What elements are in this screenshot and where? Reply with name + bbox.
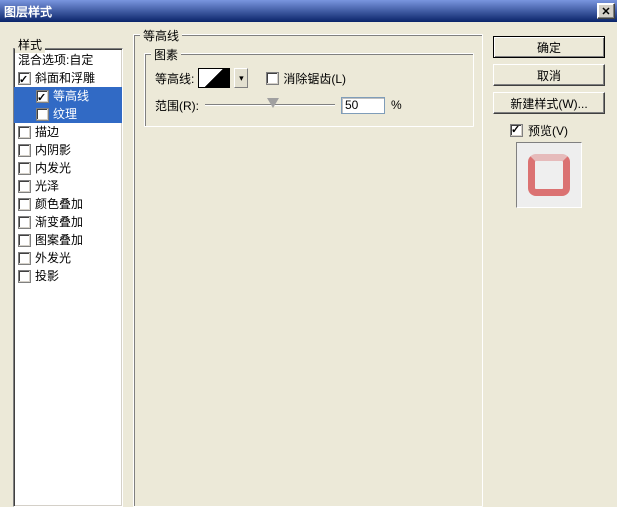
range-label: 范围(R): bbox=[155, 97, 199, 114]
style-item-checkbox[interactable] bbox=[18, 270, 31, 283]
antialias-label: 消除锯齿(L) bbox=[283, 70, 346, 87]
cancel-button-label: 取消 bbox=[537, 67, 561, 84]
style-item-label: 颜色叠加 bbox=[35, 195, 83, 213]
style-item-12[interactable]: 投影 bbox=[14, 267, 122, 285]
range-input[interactable] bbox=[341, 97, 385, 114]
style-item-label: 图案叠加 bbox=[35, 231, 83, 249]
section-contour: 等高线 图素 等高线: ▾ 消除锯齿(L) 范围(R): % bbox=[133, 34, 483, 507]
preview-checkbox[interactable] bbox=[510, 124, 523, 137]
slider-thumb[interactable] bbox=[267, 98, 279, 108]
style-item-label: 内发光 bbox=[35, 159, 71, 177]
style-item-checkbox[interactable] bbox=[36, 108, 49, 121]
close-button[interactable]: ✕ bbox=[597, 3, 615, 19]
styles-panel: 混合选项:自定斜面和浮雕等高线纹理描边内阴影内发光光泽颜色叠加渐变叠加图案叠加外… bbox=[13, 48, 123, 507]
styles-header: 样式 bbox=[15, 36, 45, 53]
row-contour: 等高线: ▾ 消除锯齿(L) bbox=[155, 68, 346, 88]
style-item-6[interactable]: 内发光 bbox=[14, 159, 122, 177]
dialog-body: 样式 混合选项:自定斜面和浮雕等高线纹理描边内阴影内发光光泽颜色叠加渐变叠加图案… bbox=[0, 22, 617, 500]
ok-button-label: 确定 bbox=[537, 39, 561, 56]
preview-label: 预览(V) bbox=[528, 122, 568, 139]
style-item-label: 纹理 bbox=[53, 105, 77, 123]
section-elements: 图素 等高线: ▾ 消除锯齿(L) 范围(R): % bbox=[144, 53, 474, 127]
contour-dropdown-button[interactable]: ▾ bbox=[234, 68, 248, 88]
preview-checkbox-row[interactable]: 预览(V) bbox=[510, 122, 568, 139]
style-item-9[interactable]: 渐变叠加 bbox=[14, 213, 122, 231]
style-item-label: 渐变叠加 bbox=[35, 213, 83, 231]
style-item-2[interactable]: 等高线 bbox=[14, 87, 122, 105]
style-item-label: 内阴影 bbox=[35, 141, 71, 159]
close-icon: ✕ bbox=[601, 5, 610, 18]
style-item-label: 光泽 bbox=[35, 177, 59, 195]
style-item-5[interactable]: 内阴影 bbox=[14, 141, 122, 159]
style-item-7[interactable]: 光泽 bbox=[14, 177, 122, 195]
style-item-4[interactable]: 描边 bbox=[14, 123, 122, 141]
style-item-label: 斜面和浮雕 bbox=[35, 69, 95, 87]
style-item-3[interactable]: 纹理 bbox=[14, 105, 122, 123]
style-item-checkbox[interactable] bbox=[18, 144, 31, 157]
chevron-down-icon: ▾ bbox=[239, 73, 244, 84]
ok-button[interactable]: 确定 bbox=[493, 36, 605, 58]
preview-shape-icon bbox=[528, 154, 570, 196]
range-slider[interactable] bbox=[205, 96, 335, 114]
contour-label: 等高线: bbox=[155, 70, 194, 87]
new-style-button-label: 新建样式(W)... bbox=[510, 95, 587, 112]
style-item-label: 描边 bbox=[35, 123, 59, 141]
style-item-label: 等高线 bbox=[53, 87, 89, 105]
style-item-checkbox[interactable] bbox=[18, 234, 31, 247]
window-title: 图层样式 bbox=[4, 3, 52, 20]
style-item-label: 投影 bbox=[35, 267, 59, 285]
cancel-button[interactable]: 取消 bbox=[493, 64, 605, 86]
style-item-11[interactable]: 外发光 bbox=[14, 249, 122, 267]
style-item-label: 混合选项:自定 bbox=[18, 51, 93, 69]
style-item-10[interactable]: 图案叠加 bbox=[14, 231, 122, 249]
style-item-0[interactable]: 混合选项:自定 bbox=[14, 51, 122, 69]
section-contour-legend: 等高线 bbox=[140, 27, 182, 44]
style-item-checkbox[interactable] bbox=[18, 252, 31, 265]
preview-thumbnail bbox=[516, 142, 582, 208]
styles-list: 混合选项:自定斜面和浮雕等高线纹理描边内阴影内发光光泽颜色叠加渐变叠加图案叠加外… bbox=[14, 49, 122, 285]
new-style-button[interactable]: 新建样式(W)... bbox=[493, 92, 605, 114]
style-item-label: 外发光 bbox=[35, 249, 71, 267]
style-item-checkbox[interactable] bbox=[18, 72, 31, 85]
antialias-checkbox[interactable] bbox=[266, 72, 279, 85]
style-item-1[interactable]: 斜面和浮雕 bbox=[14, 69, 122, 87]
contour-picker[interactable] bbox=[198, 68, 230, 88]
style-item-checkbox[interactable] bbox=[18, 180, 31, 193]
percent-symbol: % bbox=[391, 98, 402, 112]
style-item-8[interactable]: 颜色叠加 bbox=[14, 195, 122, 213]
style-item-checkbox[interactable] bbox=[18, 198, 31, 211]
style-item-checkbox[interactable] bbox=[18, 216, 31, 229]
style-item-checkbox[interactable] bbox=[18, 162, 31, 175]
row-range: 范围(R): % bbox=[155, 96, 402, 114]
style-item-checkbox[interactable] bbox=[36, 90, 49, 103]
title-bar: 图层样式 ✕ bbox=[0, 0, 617, 22]
style-item-checkbox[interactable] bbox=[18, 126, 31, 139]
section-elements-legend: 图素 bbox=[151, 46, 181, 63]
